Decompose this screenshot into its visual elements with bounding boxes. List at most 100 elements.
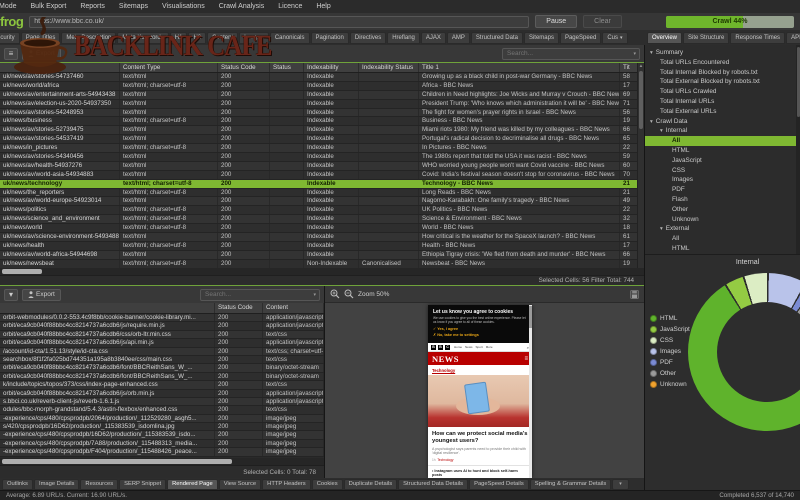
table-row[interactable]: uk/news/av/election-us-2020-54937350 tex… <box>0 99 644 109</box>
menu-item[interactable]: Sitemaps <box>119 3 148 10</box>
menu-item[interactable]: Mode <box>0 3 17 10</box>
resource-row[interactable]: orbit/eca9cb040f88bbc4cc8214737a6cdb6/fo… <box>0 364 324 373</box>
col-status-code[interactable]: Status Code <box>218 63 270 72</box>
table-row[interactable]: uk/news/technology text/html; charset=ut… <box>0 179 644 189</box>
resource-row[interactable]: -experience/cps/480/cpsprodpb/16D62/prod… <box>0 431 324 440</box>
resource-row[interactable]: orbit/eca9cb040f88bbc4cc8214737a6cdb6/cs… <box>0 330 324 340</box>
report-tab[interactable]: H2 <box>188 31 207 44</box>
clear-button[interactable]: Clear <box>583 15 622 28</box>
cookie-settings-link[interactable]: ✗ No, take me to settings <box>433 333 527 339</box>
legend-item[interactable]: Unknown <box>650 379 690 390</box>
report-tab[interactable]: Canonicals <box>269 31 310 44</box>
overview-tree-item[interactable]: All <box>645 234 800 244</box>
table-row[interactable]: uk/news/in_pictures text/html; charset=u… <box>0 144 644 154</box>
details-search-input[interactable] <box>201 291 311 298</box>
resource-row[interactable]: orbit/eca9cb040f88bbc4cc8214737a6cdb6/js… <box>0 322 324 331</box>
detail-tab[interactable]: Structured Data Details <box>398 478 469 490</box>
resource-row[interactable]: orbit/eca9cb040f88bbc4cc8214737a6cdb6/fo… <box>0 372 324 382</box>
overview-tree-item[interactable]: Total URLs Crawled <box>645 87 800 97</box>
table-row[interactable]: uk/news/av/stories-54248953 text/html 20… <box>0 108 644 118</box>
details-search[interactable]: ▾ <box>200 288 320 301</box>
table-row[interactable]: uk/news/newsbeat text/html; charset=utf-… <box>0 259 644 268</box>
menu-item[interactable]: Reports <box>80 3 105 10</box>
resource-row[interactable]: -experience/cps/480/cpsprodpb/F404/produ… <box>0 448 324 457</box>
pause-button[interactable]: Pause <box>535 15 578 28</box>
overview-tree-item[interactable]: PDF <box>645 185 800 195</box>
bbc-nav-item[interactable]: News <box>465 345 473 349</box>
table-row[interactable]: uk/news/av/stories-54340456 text/html 20… <box>0 153 644 162</box>
vscroll-thumb[interactable] <box>639 71 643 129</box>
col-url[interactable] <box>0 303 215 313</box>
overview-tree-item[interactable]: Summary <box>645 48 800 58</box>
table-row[interactable]: uk/news/av/stories-54537419 text/html 20… <box>0 135 644 145</box>
legend-item[interactable]: PDF <box>650 357 690 368</box>
report-tab[interactable]: AJAX <box>420 31 446 44</box>
legend-item[interactable]: CSS <box>650 335 690 346</box>
bbc-nav-item[interactable]: More <box>486 345 493 349</box>
detail-tab[interactable]: Rendered Page <box>167 478 218 490</box>
col-status[interactable]: Status <box>270 63 304 72</box>
overview-tree-item[interactable]: Total External Blocked by robots.txt <box>645 77 800 87</box>
table-row[interactable]: uk/news/health text/html; charset=utf-8 … <box>0 241 644 251</box>
detail-tab[interactable]: HTTP Headers <box>262 478 311 490</box>
col-address[interactable] <box>0 63 120 72</box>
detail-tab[interactable]: Image Details <box>33 478 80 490</box>
page-scrollbar[interactable] <box>529 305 532 478</box>
sidebar-tab[interactable]: API <box>786 31 800 44</box>
detail-tab[interactable]: View Source <box>218 478 262 490</box>
hscroll-thumb[interactable] <box>2 269 42 274</box>
hscroll-thumb[interactable] <box>2 459 232 464</box>
more-tabs-dropdown-icon[interactable]: ▾ <box>612 478 629 490</box>
resource-row[interactable]: s.bbci.co.uk/reverb-client-js/reverb-1.6… <box>0 397 324 407</box>
menu-item[interactable]: Crawl Analysis <box>219 3 265 10</box>
overview-tree-item[interactable]: HTML <box>645 244 800 254</box>
detail-tab[interactable]: Cookies <box>311 478 343 490</box>
main-table-hscrollbar[interactable] <box>0 268 644 275</box>
search-dropdown-icon[interactable]: ▾ <box>630 51 639 57</box>
overview-tree-item[interactable]: Total Internal Blocked by robots.txt <box>645 68 800 78</box>
menu-item[interactable]: Visualisations <box>162 3 205 10</box>
overview-tree-item[interactable]: Internal <box>645 126 800 136</box>
overview-tree-item[interactable]: External <box>645 224 800 234</box>
main-search-input[interactable] <box>503 50 631 57</box>
detail-tab[interactable]: SERP Snippet <box>119 478 167 490</box>
table-row[interactable]: uk/news/science_and_environment text/htm… <box>0 215 644 225</box>
overview-tree-item[interactable]: Total External URLs <box>645 107 800 117</box>
resource-row[interactable]: odules/bbc-morph-grandstand/5.4.3/astin-… <box>0 406 324 415</box>
bbc-nav-item[interactable]: Home <box>454 345 462 349</box>
col-status-code[interactable]: Status Code <box>215 303 263 313</box>
bbc-nav-item[interactable]: Sport <box>476 345 483 349</box>
view-list-icon[interactable]: ≡ <box>4 47 18 60</box>
sidebar-scrollbar[interactable] <box>796 45 800 254</box>
report-tab[interactable]: Security <box>0 31 20 44</box>
overview-tree-item[interactable]: Crawl Data <box>645 117 800 127</box>
overview-tree-item[interactable]: Images <box>645 175 800 185</box>
overview-tree-item[interactable]: All <box>645 136 800 146</box>
table-row[interactable]: uk/news/politics text/html; charset=utf-… <box>0 206 644 216</box>
detail-tab[interactable]: Spelling & Grammar Details <box>529 478 612 490</box>
export-button[interactable]: Export <box>22 47 61 60</box>
report-tab[interactable]: H1 <box>169 31 188 44</box>
main-table-vscrollbar[interactable]: ▲ <box>637 63 644 268</box>
col-title[interactable]: Title 1 <box>419 63 620 72</box>
report-tab[interactable]: Directives <box>349 31 387 44</box>
table-row[interactable]: uk/news/av/entertainment-arts-54943438 t… <box>0 90 644 100</box>
details-hscrollbar[interactable] <box>0 458 324 465</box>
resource-row[interactable]: orbit/eca9cb040f88bbc4cc8214737a6cdb6/js… <box>0 339 324 348</box>
resource-row[interactable]: orbit-webmodules/0.0.2-553.4c9f8bb/cooki… <box>0 314 324 323</box>
resource-row[interactable]: /account/id-cta/1.51.13/style/id-cta.css… <box>0 347 324 356</box>
report-tab[interactable]: Meta Keywords <box>117 31 169 44</box>
resource-row[interactable]: -experience/cps/480/cpsprodpb/2064/produ… <box>0 414 324 424</box>
resource-row[interactable]: orbit/eca9cb040f88bbc4cc8214737a6cdb6/js… <box>0 389 324 398</box>
resource-row[interactable]: k/include/topics/topos/373/css/index-pag… <box>0 381 324 390</box>
col-content-type[interactable]: Content Type <box>120 63 218 72</box>
report-tab[interactable]: Images <box>239 31 269 44</box>
report-tab[interactable]: Pagination <box>310 31 349 44</box>
report-tab[interactable]: Hreflang <box>387 31 420 44</box>
rendered-page-viewport[interactable]: Let us know you agree to cookies We use … <box>325 303 644 478</box>
search-dropdown-icon[interactable]: ▾ <box>310 292 319 298</box>
table-row[interactable]: uk/news/av/stories-52739475 text/html 20… <box>0 126 644 136</box>
table-row[interactable]: uk/news/av/stories-54737460 text/html 20… <box>0 73 644 82</box>
overview-tree-item[interactable]: Unknown <box>645 215 800 225</box>
zoom-in-icon[interactable] <box>330 289 340 299</box>
